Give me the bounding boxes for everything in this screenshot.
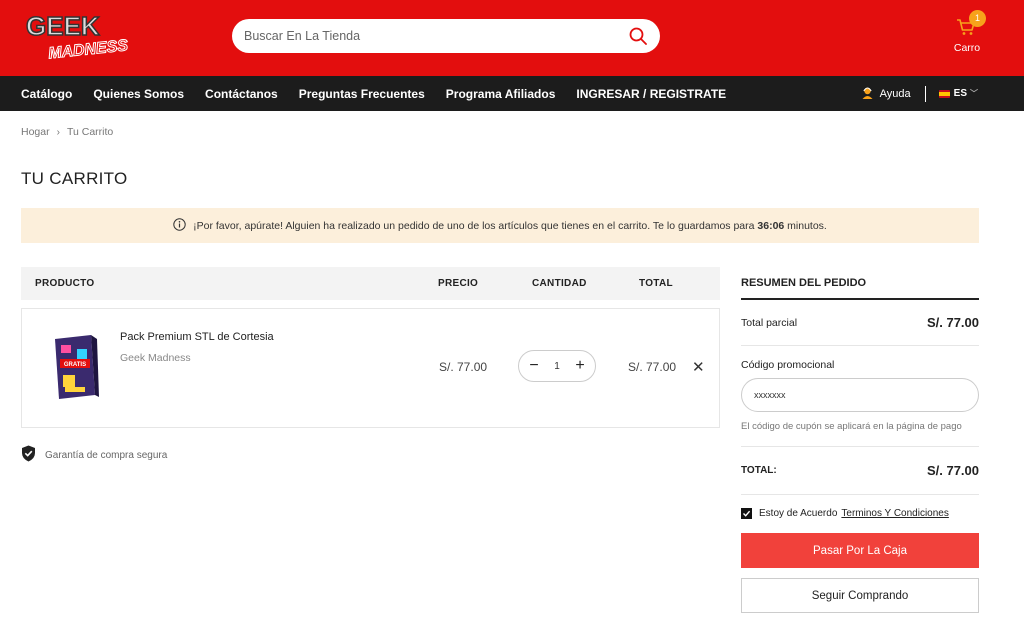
product-vendor: Geek Madness [120, 352, 191, 364]
cart-label: Carro [953, 42, 981, 54]
quantity-stepper: − 1 + [518, 350, 596, 382]
breadcrumb-current: Tu Carrito [66, 126, 114, 138]
nav-utilities: Ayuda ES ﹀ [861, 76, 1024, 111]
info-icon [173, 217, 186, 234]
quantity-value[interactable]: 1 [554, 361, 560, 372]
cart-count-badge: 1 [969, 10, 986, 27]
promo-code-input[interactable] [741, 378, 979, 412]
help-link[interactable]: Ayuda [861, 86, 911, 102]
breadcrumb-home[interactable]: Hogar [21, 126, 50, 138]
help-label: Ayuda [879, 87, 911, 100]
header-product: PRODUCTO [35, 278, 95, 289]
header-total: TOTAL [639, 278, 673, 289]
shield-check-icon [21, 445, 36, 465]
product-total: S/. 77.00 [628, 360, 677, 374]
breadcrumb: Hogar › Tu Carrito [21, 126, 113, 138]
notice-timer: 36:06 [757, 219, 785, 232]
site-header: GEEK MADNESS 1 Carro [0, 0, 1024, 76]
agree-text: Estoy de Acuerdo [759, 508, 838, 519]
search-input[interactable] [244, 29, 628, 43]
product-name[interactable]: Pack Premium STL de Cortesia [120, 331, 274, 343]
urgency-notice: ¡Por favor, apúrate! Alguien ha realizad… [21, 208, 979, 243]
notice-text: ¡Por favor, apúrate! Alguien ha realizad… [193, 219, 827, 232]
cart-button[interactable]: 1 Carro [948, 10, 986, 60]
language-label: ES [953, 88, 967, 99]
nav-item-ingresar-registrate[interactable]: INGRESAR / REGISTRATE [576, 87, 726, 101]
product-thumbnail[interactable]: GRATIS [51, 335, 99, 401]
checkout-button[interactable]: Pasar Por La Caja [741, 533, 979, 568]
promo-label: Código promocional [741, 359, 835, 371]
nav-item-catalogo[interactable]: Catálogo [21, 87, 72, 101]
subtotal-label: Total parcial [741, 316, 798, 329]
logo-top-text: GEEK [26, 11, 100, 41]
language-selector[interactable]: ES ﹀ [938, 88, 978, 99]
header-price: PRECIO [438, 278, 479, 289]
total-row: TOTAL: S/. 77.00 [741, 447, 979, 495]
terms-link[interactable]: Terminos Y Condiciones [841, 508, 948, 519]
close-icon[interactable]: ✕ [692, 358, 705, 376]
logo[interactable]: GEEK MADNESS [22, 9, 146, 61]
nav-item-contactanos[interactable]: Contáctanos [205, 87, 278, 101]
search-bar [232, 19, 660, 53]
terms-checkbox[interactable] [741, 508, 752, 519]
subtotal-row: Total parcial S/. 77.00 [741, 300, 979, 346]
nav-item-programa-afiliados[interactable]: Programa Afiliados [446, 87, 556, 101]
nav-item-preguntas-frecuentes[interactable]: Preguntas Frecuentes [299, 87, 425, 101]
guarantee-text: Garantía de compra segura [45, 449, 168, 461]
product-price: S/. 77.00 [439, 360, 488, 374]
page-title: TU CARRITO [21, 169, 128, 188]
chevron-right-icon: › [56, 126, 60, 138]
subtotal-value: S/. 77.00 [926, 315, 979, 330]
spain-flag-icon [938, 89, 950, 98]
summary-title: RESUMEN DEL PEDIDO [741, 267, 979, 300]
plus-icon[interactable]: + [573, 358, 587, 374]
terms-agreement: Estoy de Acuerdo Terminos Y Condiciones [741, 508, 979, 519]
search-icon[interactable] [628, 26, 648, 46]
nav-divider [924, 85, 926, 102]
thumbnail-text: GRATIS [64, 362, 86, 368]
main-nav: Catálogo Quienes Somos Contáctanos Pregu… [0, 76, 1024, 111]
support-agent-icon [861, 86, 874, 102]
secure-purchase-guarantee: Garantía de compra segura [21, 445, 167, 465]
continue-shopping-button[interactable]: Seguir Comprando [741, 578, 979, 613]
promo-note: El código de cupón se aplicará en la pág… [741, 421, 979, 447]
nav-item-quienes-somos[interactable]: Quienes Somos [93, 87, 184, 101]
table-row: GRATIS Pack Premium STL de Cortesia Geek… [21, 308, 720, 428]
chevron-down-icon: ﹀ [970, 89, 978, 98]
minus-icon[interactable]: − [527, 358, 541, 374]
total-label: TOTAL: [741, 465, 777, 476]
cart-table-header: PRODUCTO PRECIO CANTIDAD TOTAL [21, 267, 720, 300]
total-value: S/. 77.00 [926, 463, 979, 478]
header-quantity: CANTIDAD [532, 278, 587, 289]
order-summary: RESUMEN DEL PEDIDO Total parcial S/. 77.… [741, 267, 979, 613]
